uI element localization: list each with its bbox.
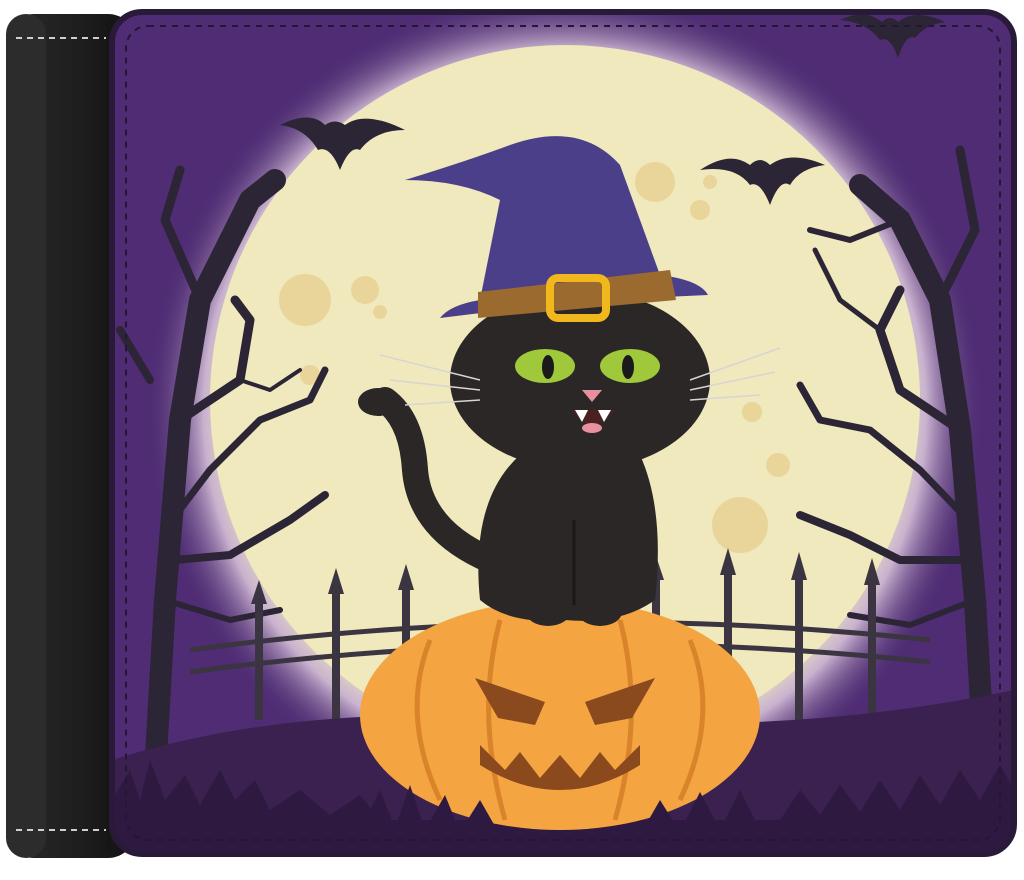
printed-panel (112, 12, 1014, 854)
wallet-photo (0, 0, 1024, 880)
wallet-illustration (6, 9, 1017, 858)
